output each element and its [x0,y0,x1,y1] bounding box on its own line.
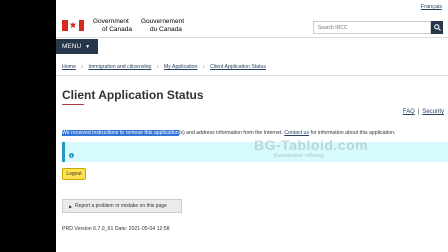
search-icon [433,24,441,31]
gov-fr-line1: Gouvernement [141,18,184,25]
page-title: Client Application Status [62,88,204,102]
breadcrumb-separator-icon: › [202,64,205,70]
contact-us-link[interactable]: Contact us [284,130,309,136]
search-bar [313,21,443,34]
gov-en-line2: of Canada [102,25,132,33]
government-logo[interactable]: Government of Canada Gouvernement du Can… [62,18,184,33]
help-links: FAQ | Security [403,109,444,115]
logout-button[interactable]: Logout [62,168,86,180]
breadcrumb-separator-icon: › [81,64,84,70]
breadcrumb-divider [56,75,448,76]
chevron-down-icon: ▼ [85,43,91,50]
language-toggle-link[interactable]: Français [421,4,442,10]
report-problem-label: Report a problem or mistake on this page [75,203,167,209]
title-underline [62,104,84,105]
breadcrumb-my-application[interactable]: My Application [164,64,197,70]
breadcrumb-client-status[interactable]: Client Application Status [210,64,266,70]
watermark-subtext: Българският таблоид [274,153,324,159]
report-problem-button[interactable]: ▶ Report a problem or mistake on this pa… [62,199,182,213]
message-tail: for information about this application. [310,130,396,136]
info-icon: i [69,153,74,158]
message-rest: (s) and address information from the Int… [178,130,283,136]
selected-text: We received instructions to remove this … [62,130,179,136]
gov-fr-line2: du Canada [150,25,182,33]
version-info: PRD Version 6.7.0_61 Date: 2021-05-04 12… [62,226,170,232]
breadcrumb-separator-icon: › [156,64,159,70]
status-message: We received instructions to remove this … [62,130,395,136]
menu-button[interactable]: MENU ▼ [56,39,98,54]
faq-link[interactable]: FAQ [403,109,415,115]
watermark: BG-Tabloid.com [254,137,369,153]
link-separator: | [417,109,420,115]
government-signature: Government of Canada Gouvernement du Can… [93,18,184,33]
security-link[interactable]: Security [422,109,444,115]
breadcrumb-home[interactable]: Home [62,64,76,70]
breadcrumb: Home › Immigration and citizenship › My … [62,64,266,70]
search-input[interactable] [313,21,431,34]
triangle-right-icon: ▶ [69,203,73,209]
header-divider [56,37,448,38]
canada-flag-icon [62,20,84,31]
gov-en-line1: Government [93,18,129,25]
menu-label: MENU [62,43,82,50]
breadcrumb-immigration[interactable]: Immigration and citizenship [88,64,151,70]
search-button[interactable] [431,21,443,34]
browser-page: Français Government of Canada Gouverneme… [56,0,448,252]
